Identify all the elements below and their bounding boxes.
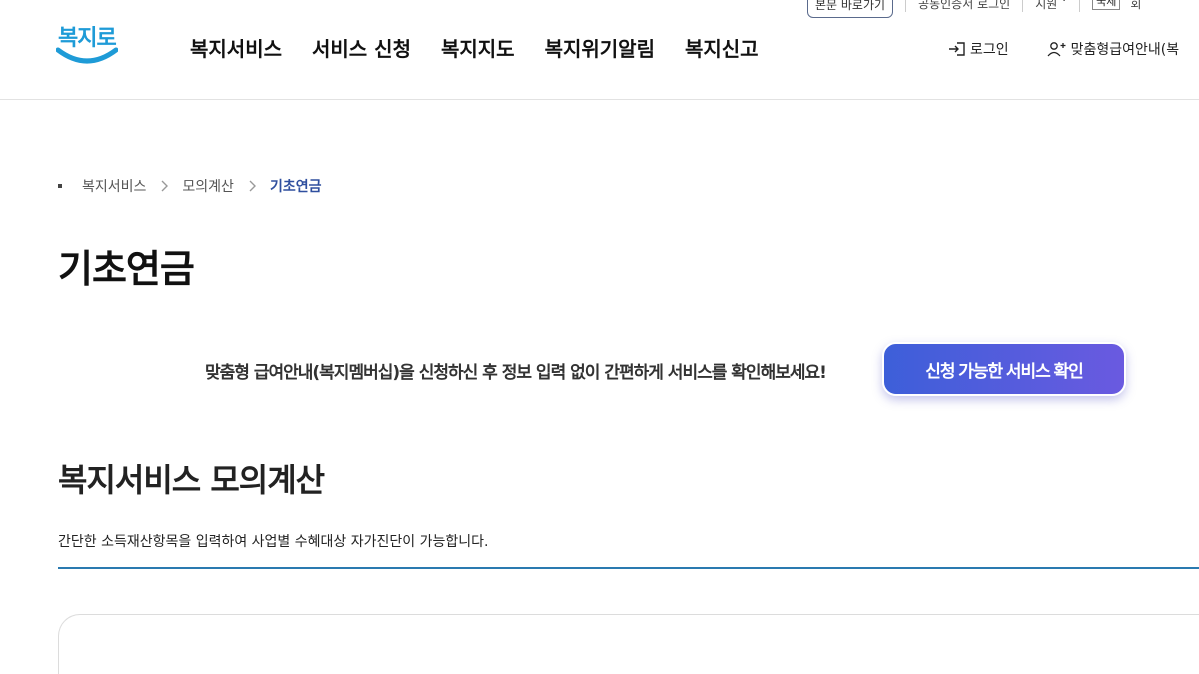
section-title: 복지서비스 모의계산 (58, 461, 325, 499)
login-link[interactable]: 로그인 (948, 39, 1009, 59)
calc-form-card (58, 614, 1199, 674)
breadcrumb-item-welfare-services[interactable]: 복지서비스 (82, 176, 146, 196)
bokjiro-logo[interactable]: 복지로 (56, 20, 120, 74)
nav-welfare-services[interactable]: 복지서비스 (190, 33, 282, 62)
nav-service-apply[interactable]: 서비스 신청 (312, 33, 411, 62)
membership-promo-text: 맞춤형 급여안내(복지멤버십)을 신청하신 후 정보 입력 없이 간편하게 서비… (205, 363, 827, 383)
util-link-cut[interactable]: 회 (1130, 0, 1141, 18)
support-dropdown[interactable]: 지원 ˅ (1035, 0, 1067, 18)
home-bullet-icon[interactable] (58, 184, 62, 188)
chevron-down-icon: ˅ (1061, 0, 1068, 11)
util-divider (1022, 0, 1024, 12)
public-cert-login-link[interactable]: 공동인증서 로그인 (918, 0, 1010, 18)
chevron-right-icon (248, 180, 256, 192)
util-divider (1079, 0, 1081, 12)
section-divider (58, 567, 1199, 569)
section-description: 간단한 소득재산항목을 입력하여 사업별 수혜대상 자가진단이 가능합니다. (58, 534, 489, 550)
breadcrumb-item-current: 기초연금 (269, 179, 322, 195)
logo-smile-icon (56, 47, 118, 64)
breadcrumb-item-mock-calc[interactable]: 모의계산 (182, 176, 234, 196)
international-button[interactable]: 국제 (1092, 0, 1121, 10)
check-eligible-services-button[interactable]: 신청 가능한 서비스 확인 (882, 342, 1126, 396)
skip-to-content-button[interactable]: 본문 바로가기 (807, 0, 894, 18)
user-add-icon (1047, 42, 1066, 57)
header-actions: 로그인 맞춤형급여안내(복 (948, 39, 1179, 59)
nav-welfare-map[interactable]: 복지지도 (441, 33, 515, 62)
custom-benefit-link[interactable]: 맞춤형급여안내(복 (1047, 39, 1180, 59)
site-header: 본문 바로가기 공동인증서 로그인 지원 ˅ 국제 회 복지로 복지서비스 서비… (0, 0, 1199, 100)
page-title: 기초연금 (58, 247, 195, 291)
breadcrumb: 복지서비스 모의계산 기초연금 (58, 176, 321, 196)
custom-benefit-label: 맞춤형급여안내(복 (1070, 42, 1180, 58)
support-label: 지원 (1035, 0, 1058, 11)
nav-welfare-crisis-alert[interactable]: 복지위기알림 (545, 33, 655, 62)
main-nav: 복지서비스 서비스 신청 복지지도 복지위기알림 복지신고 (190, 33, 759, 62)
utility-bar: 본문 바로가기 공동인증서 로그인 지원 ˅ 국제 회 (807, 0, 1141, 18)
nav-welfare-report[interactable]: 복지신고 (685, 33, 759, 62)
chevron-right-icon (160, 180, 169, 192)
login-icon (949, 42, 965, 56)
util-divider (905, 0, 907, 12)
login-label: 로그인 (970, 42, 1009, 58)
